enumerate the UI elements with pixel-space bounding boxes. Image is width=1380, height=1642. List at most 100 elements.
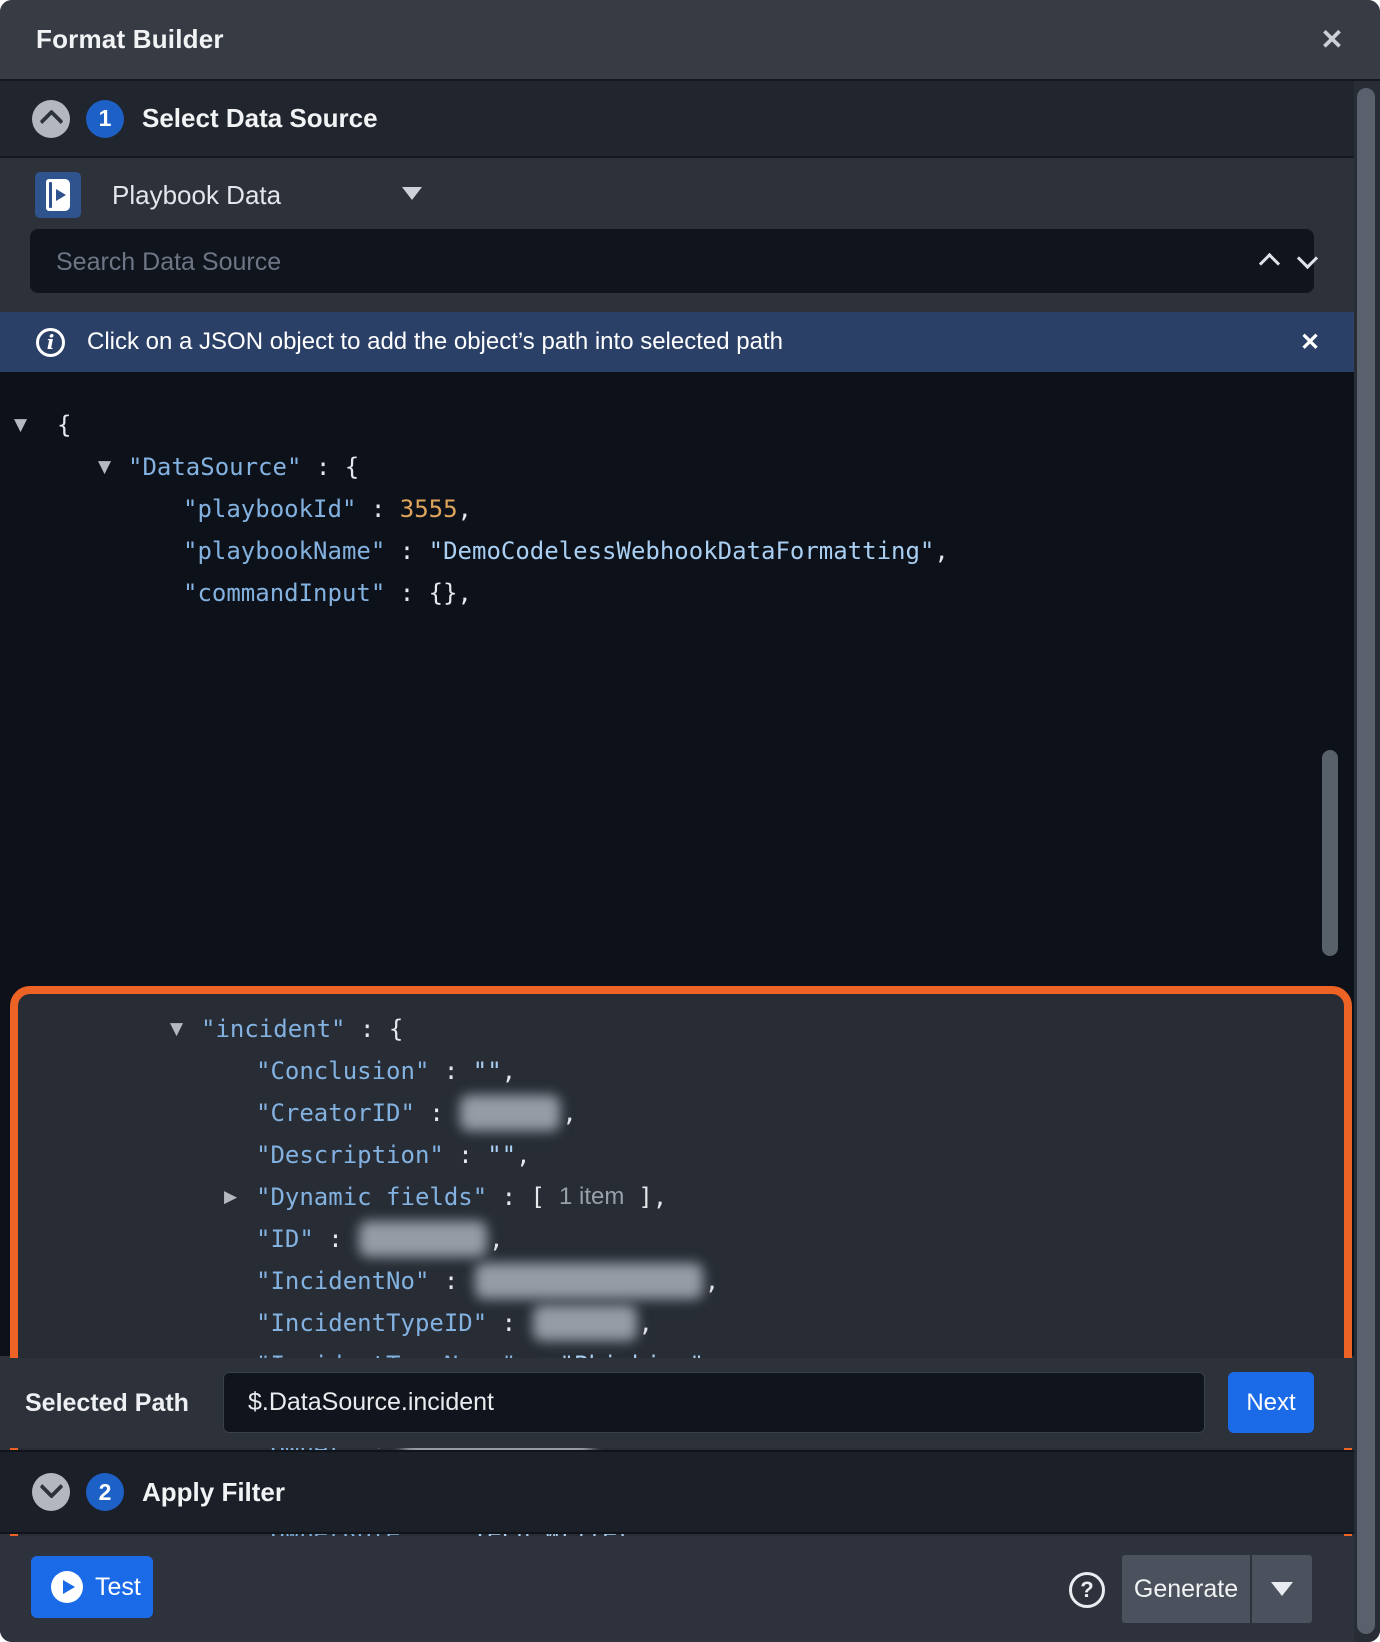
json-line[interactable]: ▼{ [0, 404, 1354, 446]
json-punct: , [489, 1225, 503, 1253]
collapse-node-icon[interactable]: ▼ [14, 404, 27, 446]
json-key: "Dynamic fields" [256, 1183, 487, 1211]
dialog-title: Format Builder [36, 0, 224, 79]
json-separator: : [429, 1057, 472, 1085]
next-button[interactable]: Next [1228, 1372, 1314, 1433]
json-punct: , [639, 1309, 653, 1337]
book-icon [46, 179, 70, 211]
redacted-value [475, 1263, 703, 1299]
json-vertical-scrollbar-thumb[interactable] [1322, 750, 1338, 956]
step2-badge: 2 [86, 1473, 124, 1511]
section-select-data-source-header: 1 Select Data Source [0, 81, 1380, 156]
json-key: "playbookName" [183, 537, 385, 565]
collapse-node-icon[interactable]: ▼ [98, 446, 111, 488]
json-separator: : [314, 1225, 357, 1253]
section-apply-filter-header: 2 Apply Filter [0, 1450, 1380, 1534]
selected-path-row: Selected Path Next [0, 1358, 1354, 1448]
json-key: "ID" [256, 1225, 314, 1253]
step1-badge: 1 [86, 100, 124, 138]
json-punct: , [934, 537, 948, 565]
search-input[interactable] [54, 229, 1218, 295]
json-line[interactable]: ▶"Dynamic fields" : [1 item], [18, 1176, 1344, 1218]
json-key: "Description" [256, 1141, 444, 1169]
json-line[interactable]: "Description" : "", [18, 1134, 1344, 1176]
dialog-scrollbar-track [1354, 81, 1380, 1642]
chevron-down-icon [39, 1474, 63, 1498]
generate-button[interactable]: Generate [1122, 1555, 1250, 1623]
json-line[interactable]: "commandInput" : {}, [0, 572, 1354, 614]
json-key: "IncidentTypeID" [256, 1309, 487, 1337]
format-builder-dialog: Format Builder ✕ 1 Select Data Source Pl… [0, 0, 1380, 1642]
collapse-section1-button[interactable] [32, 100, 70, 138]
json-punct: , [502, 1057, 516, 1085]
redacted-value [359, 1221, 487, 1257]
info-banner-text: Click on a JSON object to add the object… [87, 328, 783, 356]
json-separator: : [385, 579, 428, 607]
json-string: "DemoCodelessWebhookDataFormatting" [429, 537, 935, 565]
dialog-titlebar: Format Builder ✕ [0, 0, 1380, 79]
json-key: "DataSource" [128, 453, 301, 481]
test-button[interactable]: Test [31, 1556, 153, 1618]
json-key: "IncidentNo" [256, 1267, 429, 1295]
section1-title: Select Data Source [142, 103, 378, 134]
section2-title: Apply Filter [142, 1477, 285, 1508]
collapse-node-icon[interactable]: ▼ [170, 1008, 183, 1050]
play-icon [51, 1571, 83, 1603]
json-key: "incident" [201, 1015, 346, 1043]
json-punct: { [57, 411, 71, 439]
test-button-label: Test [95, 1573, 141, 1602]
expand-node-icon[interactable]: ▶ [224, 1176, 237, 1218]
json-line[interactable]: ▼ "incident" : { [18, 1008, 1344, 1050]
selected-path-label: Selected Path [25, 1358, 189, 1448]
json-key: "Conclusion" [256, 1057, 429, 1085]
json-separator: : [415, 1099, 458, 1127]
info-icon: i [36, 328, 65, 357]
help-icon[interactable]: ? [1069, 1572, 1105, 1608]
json-punct: , [516, 1141, 530, 1169]
json-summary: 1 item [559, 1183, 624, 1211]
json-separator: : [356, 495, 399, 523]
selected-path-input[interactable] [223, 1372, 1205, 1433]
json-separator: : [346, 1015, 389, 1043]
json-punct: ], [638, 1183, 667, 1211]
json-punct: [ [531, 1183, 545, 1211]
json-line[interactable]: "playbookId" : 3555, [0, 488, 1354, 530]
info-banner-close-icon[interactable]: ✕ [1290, 312, 1330, 372]
json-separator: : [301, 453, 344, 481]
dialog-close-icon[interactable]: ✕ [1310, 0, 1354, 79]
chevron-up-icon [39, 109, 63, 133]
json-punct: { [389, 1015, 403, 1043]
json-punct: , [458, 495, 472, 523]
search-next-chevron-icon[interactable] [1297, 248, 1318, 269]
json-separator: : [385, 537, 428, 565]
caret-down-icon [1271, 1582, 1293, 1596]
info-banner: i Click on a JSON object to add the obje… [0, 312, 1354, 372]
json-lines-outside: ▼{▼"DataSource" : {"playbookId" : 3555,"… [0, 404, 1354, 614]
json-separator: : [444, 1141, 487, 1169]
expand-section2-button[interactable] [32, 1473, 70, 1511]
json-line[interactable]: "Conclusion" : "", [18, 1050, 1344, 1092]
json-punct: { [345, 453, 359, 481]
search-prev-chevron-icon[interactable] [1259, 253, 1280, 274]
divider [0, 156, 1380, 158]
json-line[interactable]: ▼ "DataSource" : { [0, 446, 1354, 488]
redacted-value [460, 1095, 560, 1131]
json-line[interactable]: "IncidentNo" : , [18, 1260, 1344, 1302]
data-source-dropdown[interactable]: Playbook Data [112, 172, 281, 218]
json-key: "CreatorID" [256, 1099, 415, 1127]
book-spine-icon [49, 182, 52, 208]
generate-dropdown-button[interactable] [1252, 1555, 1312, 1623]
play-glyph-icon [56, 189, 66, 201]
json-viewer: ▼{▼"DataSource" : {"playbookId" : 3555,"… [0, 372, 1354, 1356]
json-key: "playbookId" [183, 495, 356, 523]
json-punct: , [562, 1099, 576, 1127]
dialog-scrollbar-thumb[interactable] [1357, 88, 1375, 1634]
json-line[interactable]: "IncidentTypeID" : , [18, 1302, 1344, 1344]
json-line[interactable]: "CreatorID" : , [18, 1092, 1344, 1134]
json-line[interactable]: "playbookName" : "DemoCodelessWebhookDat… [0, 530, 1354, 572]
json-separator: : [429, 1267, 472, 1295]
dropdown-caret-icon[interactable] [402, 187, 422, 200]
search-data-source-box [30, 229, 1314, 293]
json-string: "" [473, 1057, 502, 1085]
json-line[interactable]: "ID" : , [18, 1218, 1344, 1260]
